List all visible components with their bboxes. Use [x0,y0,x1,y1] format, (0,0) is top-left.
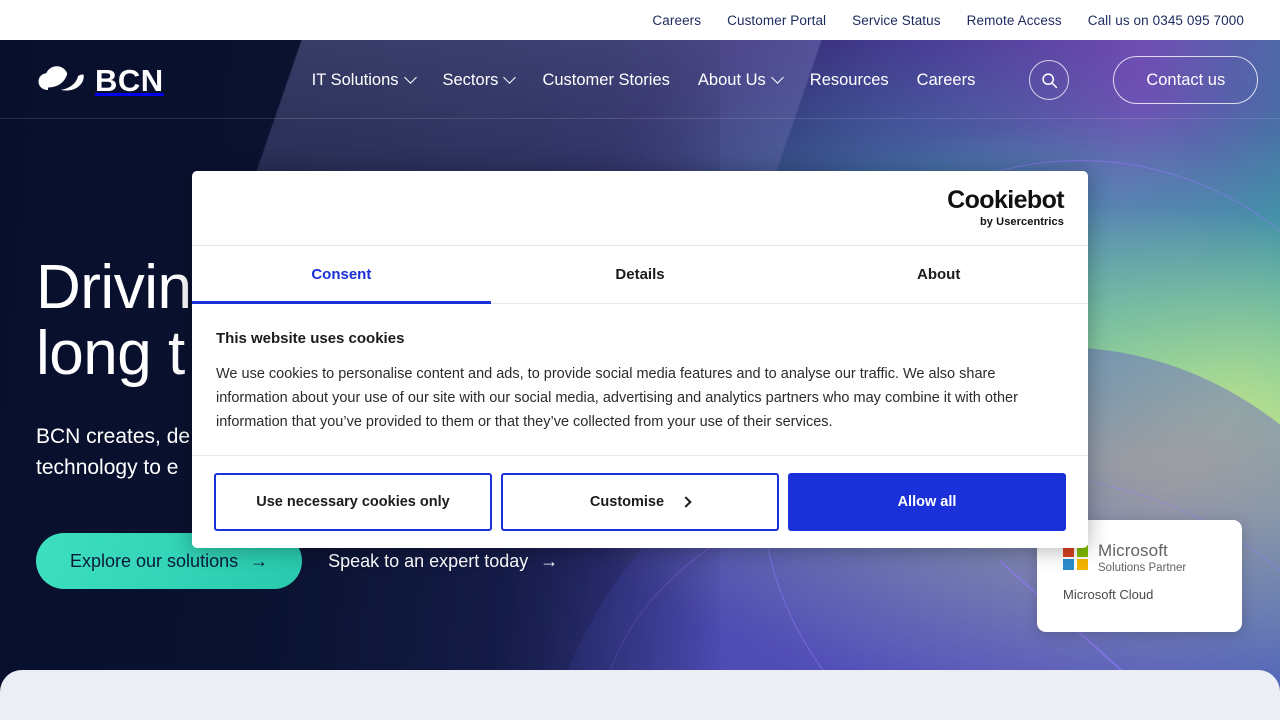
tab-about[interactable]: About [789,246,1088,303]
cookie-dialog-description: We use cookies to personalise content an… [216,366,1018,430]
use-necessary-cookies-only-button[interactable]: Use necessary cookies only [214,473,492,531]
page-root: Careers Customer Portal Service Status R… [0,0,1280,720]
cookie-dialog-title: This website uses cookies [216,330,405,347]
tab-details[interactable]: Details [491,246,790,303]
customise-button[interactable]: Customise [501,473,779,531]
tab-consent[interactable]: Consent [192,246,491,304]
cookie-dialog-tabs: Consent Details About [192,246,1088,304]
allow-all-button[interactable]: Allow all [788,473,1066,531]
cookie-dialog-header: Cookiebot by Usercentrics [192,171,1088,246]
cookiebot-logo-subtitle: by Usercentrics [979,216,1064,228]
cookie-dialog-actions: Use necessary cookies only Customise All… [192,455,1088,548]
cookiebot-logo: Cookiebot by Usercentrics [947,186,1064,229]
cookie-dialog-body: This website uses cookies We use cookies… [192,304,1088,455]
cookiebot-logo-word: Cookiebot [947,186,1064,214]
customise-label: Customise [589,494,665,510]
cookie-consent-dialog: Cookiebot by Usercentrics Consent Detail… [192,171,1088,548]
chevron-right-icon [680,496,692,508]
